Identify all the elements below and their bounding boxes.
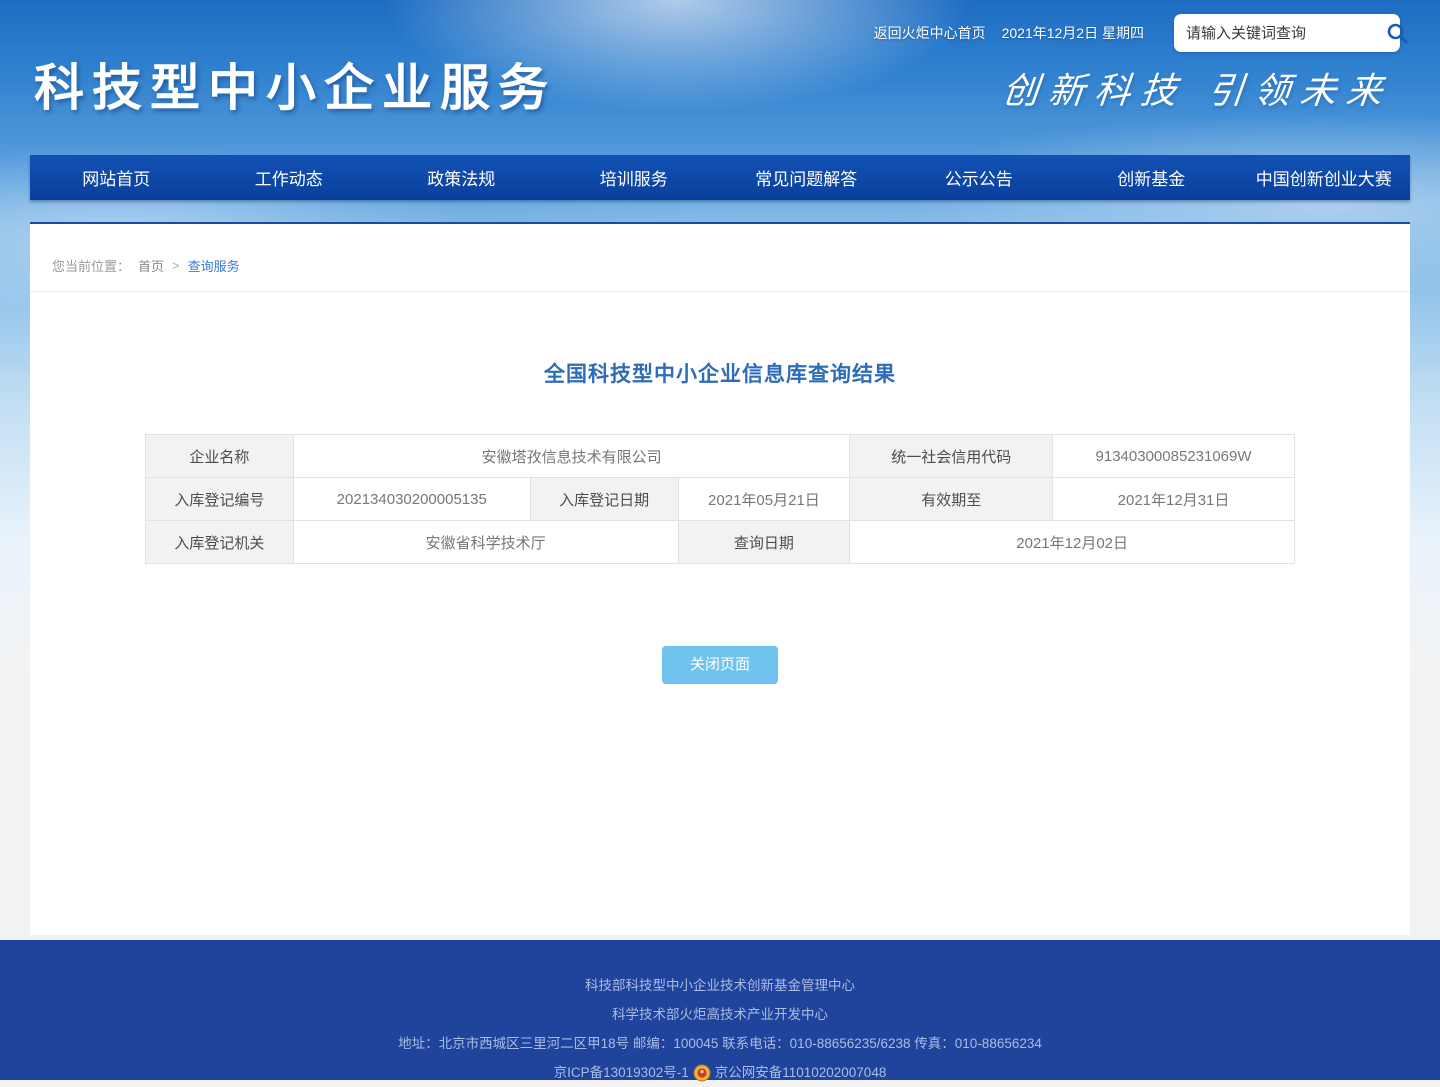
breadcrumb-prefix: 您当前位置： [52,256,130,275]
company-name-label: 企业名称 [146,435,294,478]
valid-until-value: 2021年12月31日 [1053,478,1295,521]
nav-item-home[interactable]: 网站首页 [30,155,203,200]
nav-content-gap [0,200,1440,222]
company-name-value: 安徽塔孜信息技术有限公司 [293,435,850,478]
footer-org-line1: 科技部科技型中小企业技术创新基金管理中心 [0,971,1440,1000]
table-row: 入库登记机关 安徽省科学技术厅 查询日期 2021年12月02日 [146,521,1295,564]
registration-no-value: 202134030200005135 [293,478,530,521]
footer-address-line: 地址：北京市西城区三里河二区甲18号 邮编：100045 联系电话：010-88… [0,1029,1440,1058]
table-row: 企业名称 安徽塔孜信息技术有限公司 统一社会信用代码 9134030008523… [146,435,1295,478]
registration-date-value: 2021年05月21日 [678,478,850,521]
breadcrumb-separator: > [172,258,180,273]
breadcrumb-current-link[interactable]: 查询服务 [188,256,240,275]
site-footer: 科技部科技型中小企业技术创新基金管理中心 科学技术部火炬高技术产业开发中心 地址… [0,940,1440,1080]
registration-date-label: 入库登记日期 [530,478,678,521]
nav-item-competition[interactable]: 中国创新创业大赛 [1238,155,1411,200]
current-date-text: 2021年12月2日 星期四 [1002,23,1144,43]
query-date-label: 查询日期 [678,521,850,564]
main-navigation: 网站首页 工作动态 政策法规 培训服务 常见问题解答 公示公告 创新基金 中国创… [30,155,1410,200]
valid-until-label: 有效期至 [850,478,1053,521]
footer-org-line2: 科学技术部火炬高技术产业开发中心 [0,1000,1440,1029]
table-row: 入库登记编号 202134030200005135 入库登记日期 2021年05… [146,478,1295,521]
nav-item-news[interactable]: 工作动态 [203,155,376,200]
header-slogan: 创新科技 引领未来 [1000,62,1395,114]
content-card: 您当前位置： 首页 > 查询服务 全国科技型中小企业信息库查询结果 企业名称 安… [30,222,1410,935]
nav-item-innovation-fund[interactable]: 创新基金 [1065,155,1238,200]
site-header: 科技型中小企业服务 返回火炬中心首页 2021年12月2日 星期四 创新科技 引… [0,0,1440,155]
close-page-button[interactable]: 关闭页面 [662,646,778,684]
search-icon [1385,21,1409,45]
registration-authority-label: 入库登记机关 [146,521,294,564]
nav-item-policies[interactable]: 政策法规 [375,155,548,200]
top-utility-bar: 返回火炬中心首页 2021年12月2日 星期四 [874,13,1400,53]
registration-no-label: 入库登记编号 [146,478,294,521]
close-button-container: 关闭页面 [30,646,1410,684]
nav-item-training[interactable]: 培训服务 [548,155,721,200]
query-date-value: 2021年12月02日 [850,521,1295,564]
breadcrumb: 您当前位置： 首页 > 查询服务 [30,224,1410,292]
search-button[interactable] [1385,19,1409,47]
search-box[interactable] [1174,14,1400,52]
torch-center-home-link[interactable]: 返回火炬中心首页 [874,23,986,43]
public-security-record-link[interactable]: 京公网安备11010202007048 [715,1058,887,1087]
icp-record-link[interactable]: 京ICP备13019302号-1 [554,1058,689,1087]
query-result-table: 企业名称 安徽塔孜信息技术有限公司 统一社会信用代码 9134030008523… [145,434,1295,564]
site-logo: 科技型中小企业服务 [34,48,556,120]
nav-item-announcements[interactable]: 公示公告 [893,155,1066,200]
nav-item-faq[interactable]: 常见问题解答 [720,155,893,200]
credit-code-value: 91340300085231069W [1053,435,1295,478]
breadcrumb-home-link[interactable]: 首页 [138,256,164,275]
public-security-badge-icon [693,1064,711,1082]
registration-authority-value: 安徽省科学技术厅 [293,521,678,564]
result-title: 全国科技型中小企业信息库查询结果 [30,358,1410,388]
credit-code-label: 统一社会信用代码 [850,435,1053,478]
footer-icp-line: 京ICP备13019302号-1 京公网安备11010202007048 [0,1058,1440,1087]
search-input[interactable] [1186,25,1385,42]
